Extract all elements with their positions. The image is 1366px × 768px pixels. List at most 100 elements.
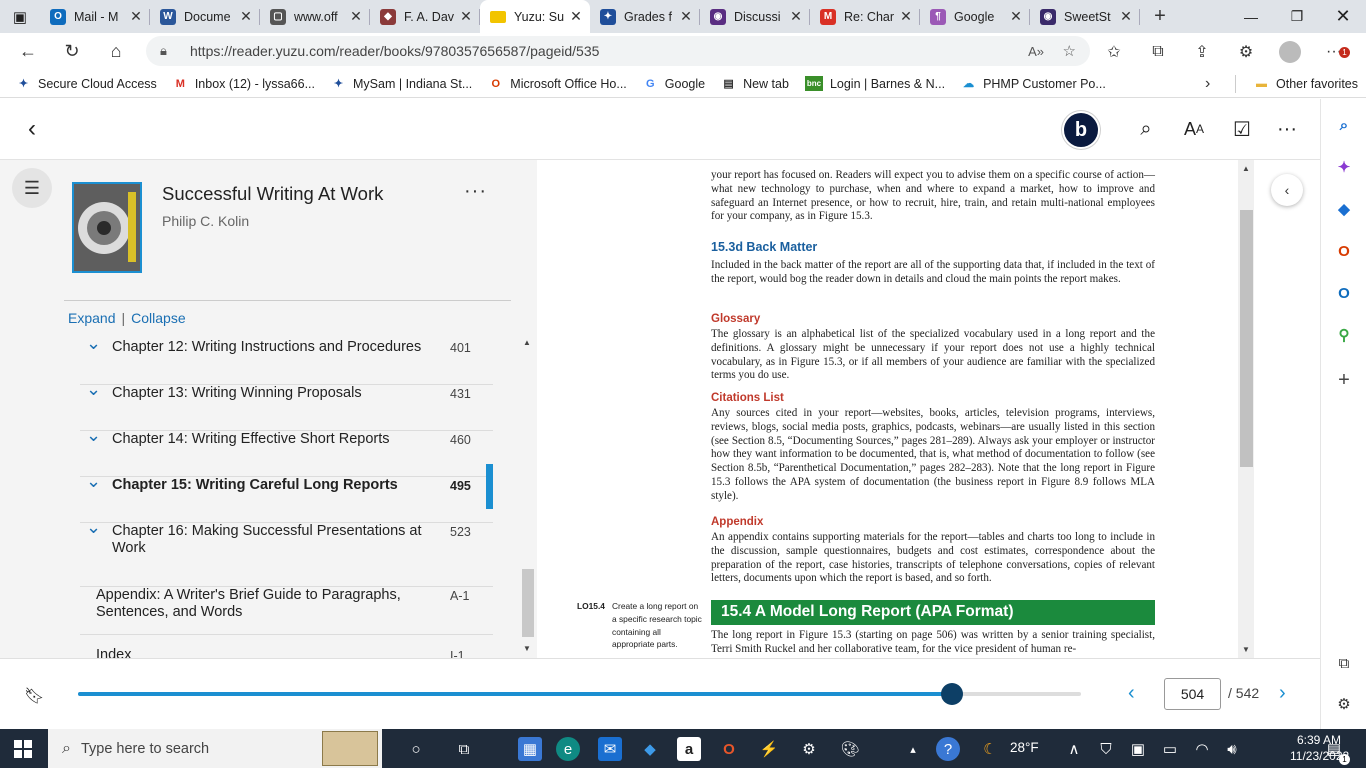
close-icon[interactable]: ✕ [568, 8, 584, 25]
tools-icon[interactable]: ⚲ [1333, 324, 1355, 346]
browser-tab[interactable]: ▢ www.off ✕ [260, 0, 370, 33]
text-size-icon[interactable]: AA [1176, 111, 1212, 147]
more-options-icon[interactable]: ··· [1269, 111, 1305, 147]
share-icon[interactable]: ⇪ [1180, 33, 1224, 70]
close-icon[interactable]: ✕ [1008, 8, 1024, 25]
volume-icon[interactable]: 🔊︎ [1220, 737, 1244, 761]
sidebar-toggle-icon[interactable]: ⧉ [1333, 652, 1355, 674]
search-icon[interactable]: ⌕ [1128, 111, 1164, 147]
next-page-icon[interactable]: › [1279, 682, 1286, 705]
toc-chapter-item[interactable]: ⌄ Chapter 13: Writing Winning Proposals 43… [80, 379, 493, 431]
page-slider-handle[interactable] [940, 683, 963, 705]
collapse-link[interactable]: Collapse [131, 310, 185, 326]
toc-scrollbar-thumb[interactable] [522, 569, 534, 637]
browser-tab[interactable]: ✦ Grades f ✕ [590, 0, 700, 33]
page-scrollbar-thumb[interactable] [1240, 210, 1253, 467]
toc-chapter-item[interactable]: Appendix: A Writer's Brief Guide to Para… [80, 587, 493, 635]
close-icon[interactable]: ✕ [128, 8, 144, 25]
app-icon[interactable]: ⚡ [757, 737, 781, 761]
battery-icon[interactable]: ▭ [1158, 737, 1182, 761]
read-aloud-icon[interactable]: A» [1028, 44, 1044, 59]
chevron-down-icon[interactable]: ⌄ [86, 471, 101, 492]
favorite-link[interactable]: ▤ New tab [713, 70, 797, 98]
close-icon[interactable]: ✕ [348, 8, 364, 25]
browser-tab[interactable]: O Mail - M ✕ [40, 0, 150, 33]
chevron-down-icon[interactable]: ⌄ [86, 517, 101, 538]
previous-page-icon[interactable]: ‹ [1128, 682, 1135, 705]
chevron-down-icon[interactable]: ⌄ [86, 379, 101, 400]
mail-icon[interactable]: ✉ [598, 737, 622, 761]
notes-icon[interactable]: ☑ [1224, 111, 1260, 147]
settings-menu-icon[interactable]: ··· 1 [1312, 33, 1356, 70]
browser-tab[interactable]: ¶ Google ✕ [920, 0, 1030, 33]
office-icon[interactable]: O [717, 737, 741, 761]
taskbar-search-input[interactable]: ⌕ Type here to search [48, 729, 382, 768]
home-button[interactable]: ⌂ [94, 33, 138, 70]
back-arrow-icon[interactable]: ‹ [14, 111, 50, 147]
chevron-down-icon[interactable]: ⌄ [86, 333, 101, 354]
amazon-icon[interactable]: a [677, 737, 701, 761]
network-icon[interactable]: ⛉ [1094, 737, 1118, 761]
favorite-link[interactable]: ☁ PHMP Customer Po... [953, 70, 1114, 98]
favorite-link[interactable]: ✦ MySam | Indiana St... [323, 70, 480, 98]
shopping-tag-icon[interactable]: ◆ [1333, 198, 1355, 220]
display-icon[interactable]: ▣ [1126, 737, 1150, 761]
copilot-icon[interactable]: ✦ [1333, 156, 1355, 178]
refresh-button[interactable]: ↻ [50, 33, 94, 70]
new-tab-button[interactable]: + [1140, 0, 1180, 33]
page-number-input[interactable]: 504 [1164, 678, 1221, 710]
favorites-icon[interactable]: ✩ [1092, 33, 1136, 70]
store-icon[interactable]: ▦ [518, 737, 542, 761]
favorite-link[interactable]: bnc Login | Barnes & N... [797, 70, 953, 98]
browser-tab[interactable]: ◉ Discussi ✕ [700, 0, 810, 33]
tab-actions-button[interactable]: ▣ [0, 0, 40, 33]
search-icon[interactable]: ⌕ [1333, 114, 1355, 136]
favorite-link[interactable]: G Google [635, 70, 713, 98]
close-window-button[interactable]: ✕ [1320, 0, 1366, 33]
office-icon[interactable]: O [1333, 240, 1355, 262]
settings-icon[interactable]: ⚙ [1333, 693, 1355, 715]
page-slider-track[interactable] [78, 692, 1081, 696]
close-icon[interactable]: ✕ [678, 8, 694, 25]
add-icon[interactable]: + [1333, 369, 1355, 391]
other-favorites-folder[interactable]: ▬ Other favorites [1246, 70, 1366, 98]
toc-chapter-item[interactable]: ⌄ Chapter 14: Writing Effective Short Rep… [80, 425, 493, 477]
outlook-icon[interactable]: O [1333, 282, 1355, 304]
windows-start-icon[interactable] [14, 740, 32, 758]
notifications-icon[interactable]: ▤ 1 [1322, 737, 1350, 765]
book-more-options-icon[interactable]: ··· [464, 180, 487, 203]
profile-avatar[interactable] [1268, 33, 1312, 70]
favorite-link[interactable]: O Microsoft Office Ho... [480, 70, 634, 98]
favorite-link[interactable]: M Inbox (12) - lyssa66... [165, 70, 323, 98]
dropbox-icon[interactable]: ◆ [638, 737, 662, 761]
browser-tab[interactable]: Yuzu: Su ✕ [480, 0, 590, 33]
collapse-panel-button[interactable]: ‹ [1271, 174, 1303, 206]
toc-menu-icon[interactable]: ☰ [12, 168, 52, 208]
chevron-down-icon[interactable]: ⌄ [86, 425, 101, 446]
close-icon[interactable]: ✕ [458, 8, 474, 25]
browser-tab[interactable]: W Docume ✕ [150, 0, 260, 33]
bookshelf-logo[interactable]: b [1064, 113, 1098, 147]
settings-icon[interactable]: ⚙ [797, 737, 821, 761]
minimize-button[interactable]: — [1228, 0, 1274, 33]
edge-icon[interactable]: e [556, 737, 580, 761]
toc-chapter-item[interactable]: ⌄ Chapter 16: Making Successful Presentat… [80, 517, 493, 587]
help-icon[interactable]: ? [936, 737, 960, 761]
tray-chevron-icon[interactable]: ∧ [1062, 737, 1086, 761]
address-input[interactable]: 🔒︎ https://reader.yuzu.com/reader/books/… [146, 36, 1090, 66]
back-button[interactable]: ← [6, 33, 50, 70]
cortana-icon[interactable]: ○ [404, 737, 428, 761]
browser-tab[interactable]: ◉ SweetSt ✕ [1030, 0, 1140, 33]
close-icon[interactable]: ✕ [238, 8, 254, 25]
expand-link[interactable]: Expand [68, 310, 115, 326]
overflow-chevron-icon[interactable]: ▴ [906, 737, 920, 761]
favorites-overflow-chevron-icon[interactable]: › [1205, 75, 1235, 93]
task-view-icon[interactable]: ⧉ [452, 737, 476, 761]
toc-chapter-item[interactable]: Index I-1 [80, 647, 493, 658]
bookmark-icon[interactable]: 🔖︎ [24, 686, 44, 706]
close-icon[interactable]: ✕ [788, 8, 804, 25]
close-icon[interactable]: ✕ [1118, 8, 1134, 25]
favorite-link[interactable]: ✦ Secure Cloud Access [8, 70, 165, 98]
collections-icon[interactable]: ⧉ [1136, 33, 1180, 70]
paint-icon[interactable]: 🎨︎ [838, 737, 862, 761]
